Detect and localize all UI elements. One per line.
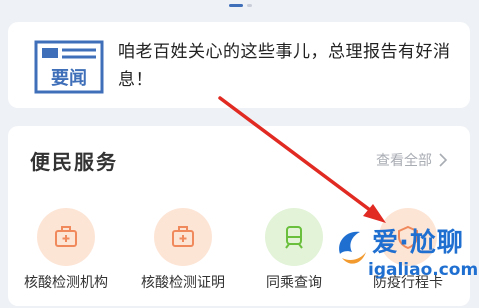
service-item-nucleic-acid-certificate[interactable]: 核酸检测证明 [129,208,237,292]
service-item-nucleic-acid-agency[interactable]: 核酸检测机构 [12,208,120,292]
watermark-url: igaliao.com [368,260,479,280]
medical-kit-icon [55,226,77,247]
service-icon-bg [265,208,323,266]
service-icon-bg [37,208,95,266]
view-all-label: 查看全部 [376,153,432,169]
carousel-dot-active[interactable] [229,4,243,7]
service-icon-bg [154,208,212,266]
train-icon [285,226,303,249]
news-card[interactable]: 要闻 咱老百姓关心的这些事儿，总理报告有好消息！ [8,22,470,108]
watermark-title: 爱·尬聊 [372,228,464,258]
watermark: 爱·尬聊 igaliao.com [332,222,478,284]
news-icon: 要闻 [34,40,104,94]
carousel-dot[interactable] [247,4,252,7]
news-headline[interactable]: 咱老百姓关心的这些事儿，总理报告有好消息！ [118,38,458,94]
section-title: 便民服务 [30,150,118,174]
chevron-right-icon [439,153,448,167]
watermark-logo-icon [339,231,366,264]
carousel-indicator [229,4,252,7]
service-label: 核酸检测机构 [24,275,108,291]
service-label: 核酸检测证明 [141,275,225,291]
view-all-link[interactable]: 查看全部 [376,150,448,170]
medical-kit-icon [172,226,194,247]
news-icon-label: 要闻 [51,67,87,89]
